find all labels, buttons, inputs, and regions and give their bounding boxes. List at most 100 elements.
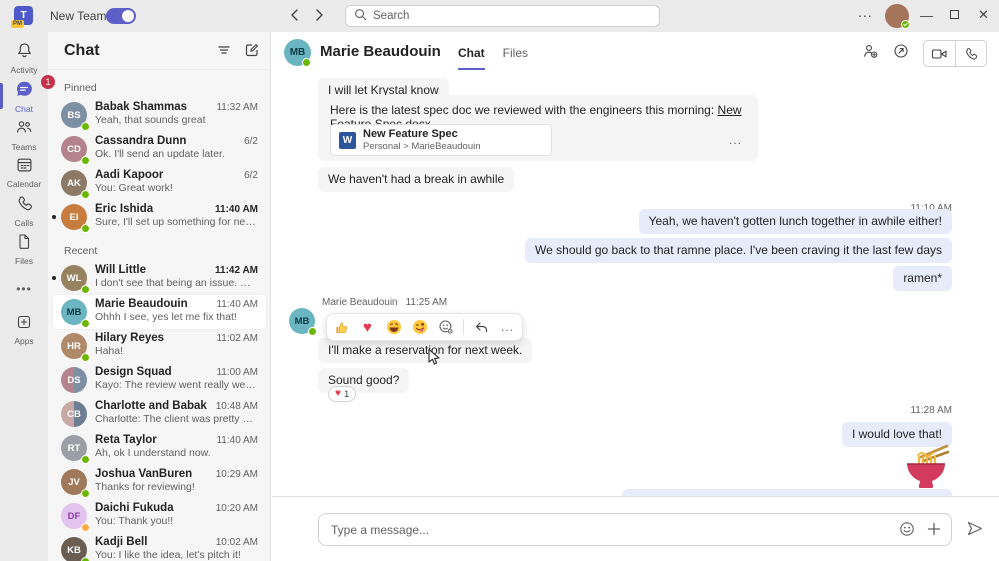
more-apps-icon: ••• (16, 282, 32, 296)
rail-item-apps[interactable]: Apps (0, 314, 48, 346)
presence-available-icon (81, 319, 90, 328)
file-more-button[interactable]: ... (729, 133, 742, 147)
selected-indicator (0, 83, 3, 109)
presence-available-icon (81, 156, 90, 165)
send-button[interactable] (966, 520, 984, 542)
reply-icon[interactable] (473, 319, 490, 336)
new-teams-toggle[interactable] (106, 8, 136, 24)
toolbar-divider (463, 319, 464, 335)
avatar-group: DS (61, 367, 87, 393)
chat-row-will-little[interactable]: WL Will Little11:42 AM I don't see that … (53, 261, 266, 295)
chat-row-cassandra-dunn[interactable]: CD Cassandra Dunn6/2 Ok. I'll send an up… (53, 132, 266, 166)
attach-plus-icon[interactable] (927, 522, 941, 541)
presence-available-icon (81, 122, 90, 131)
chat-row-hilary-reyes[interactable]: HR Hilary Reyes11:02 AM Haha! (53, 329, 266, 363)
chat-row-kadji-bell[interactable]: KB Kadji Bell10:02 AM You: I like the id… (53, 533, 266, 561)
thumbs-up-reaction[interactable] (333, 319, 350, 336)
presence-away-icon (81, 523, 90, 532)
chat-row-marie-beaudouin[interactable]: MB Marie Beaudouin11:40 AM Ohhh I see, y… (53, 295, 266, 329)
heart-reaction-pill[interactable]: ♥ 1 (328, 386, 356, 402)
message-bubble: ramen* (893, 266, 952, 291)
app-rail: Activity 1 Chat Teams Calendar Calls Fil… (0, 32, 48, 561)
close-button[interactable]: ✕ (978, 7, 989, 23)
composer-area (272, 498, 999, 561)
unread-dot (52, 276, 56, 280)
popout-chat-icon[interactable] (893, 43, 909, 64)
presence-available-icon (81, 224, 90, 233)
presence-available-icon (81, 353, 90, 362)
file-card[interactable]: W New Feature Spec Personal > MarieBeaud… (330, 124, 552, 156)
new-chat-icon[interactable] (245, 43, 259, 62)
zany-face-reaction[interactable] (411, 319, 428, 336)
reaction-toolbar: ♥ ... (326, 313, 523, 341)
presence-available-icon (901, 20, 910, 29)
section-label-recent: Recent (64, 245, 97, 257)
add-people-icon[interactable] (862, 43, 879, 64)
toggle-knob (122, 10, 134, 22)
chat-row-daichi-fukuda[interactable]: DF Daichi Fukuda10:20 AM You: Thank you!… (53, 499, 266, 533)
presence-available-icon (81, 455, 90, 464)
forward-button[interactable] (312, 7, 326, 23)
avatar-group: CB (61, 401, 87, 427)
tab-files[interactable]: Files (503, 46, 528, 70)
video-call-button[interactable] (924, 41, 955, 66)
more-reactions-icon[interactable] (437, 319, 454, 336)
incoming-bubble-partial (622, 489, 952, 496)
chat-list-panel: Chat Pinned BS Babak Shammas11:32 AM Yea… (48, 32, 271, 561)
rail-item-calls[interactable]: Calls (0, 195, 48, 228)
presence-available-icon (302, 58, 311, 67)
teams-logo-icon: T PM (14, 6, 33, 25)
message-input-box[interactable] (318, 513, 952, 546)
message-avatar: MB (289, 308, 315, 334)
teams-people-icon (15, 123, 33, 140)
chat-list-title: Chat (64, 42, 100, 60)
chat-row-reta-taylor[interactable]: RT Reta Taylor11:40 AM Ah, ok I understa… (53, 431, 266, 465)
chat-row-aadi-kapoor[interactable]: AK Aadi Kapoor6/2 You: Great work! (53, 166, 266, 200)
message-bubble-hovered: I'll make a reservation for next week. (318, 338, 532, 363)
minimize-button[interactable]: — (920, 8, 933, 23)
audio-call-button[interactable] (955, 41, 986, 66)
heart-icon: ♥ (335, 389, 341, 399)
rail-item-teams[interactable]: Teams (0, 118, 48, 152)
maximize-button[interactable] (950, 10, 959, 19)
chat-list-header: Chat (48, 32, 271, 70)
tab-chat[interactable]: Chat (458, 46, 485, 70)
user-avatar[interactable] (885, 4, 909, 28)
chat-row-charlotte-and-babak[interactable]: CB Charlotte and Babak10:48 AM Charlotte… (53, 397, 266, 431)
titlebar: T PM New Teams Search ... — ✕ (0, 0, 999, 32)
unread-dot (52, 215, 56, 219)
chat-row-eric-ishida[interactable]: EI Eric Ishida11:40 AM Sure, I'll set up… (53, 200, 266, 234)
filter-icon[interactable] (217, 43, 231, 62)
laugh-reaction[interactable] (385, 319, 402, 336)
chat-row-design-squad[interactable]: DS Design Squad11:00 AM Kayo: The review… (53, 363, 266, 397)
rail-item-calendar[interactable]: Calendar (0, 156, 48, 189)
back-button[interactable] (288, 7, 302, 23)
file-icon (16, 237, 32, 254)
phone-icon (16, 199, 33, 216)
message-more-button[interactable]: ... (499, 319, 516, 336)
section-label-pinned: Pinned (64, 82, 97, 94)
rail-item-files[interactable]: Files (0, 233, 48, 266)
bell-icon (16, 46, 33, 63)
message-bubble-with-file: Here is the latest spec doc we reviewed … (318, 95, 758, 161)
heart-reaction[interactable]: ♥ (359, 319, 376, 336)
chat-row-joshua-vanburen[interactable]: JV Joshua VanBuren10:29 AM Thanks for re… (53, 465, 266, 499)
message-bubble: We should go back to that ramne place. I… (525, 238, 952, 263)
search-placeholder: Search (373, 10, 409, 22)
rail-item-more[interactable]: ••• (0, 280, 48, 298)
titlebar-more-button[interactable]: ... (858, 4, 873, 20)
rail-item-chat[interactable]: 1 Chat (0, 80, 48, 114)
rail-item-activity[interactable]: Activity (0, 42, 48, 75)
search-icon (354, 8, 367, 24)
chat-row-babak-shammas[interactable]: BS Babak Shammas11:32 AM Yeah, that soun… (53, 98, 266, 132)
presence-available-icon (81, 190, 90, 199)
message-input[interactable] (331, 514, 831, 545)
search-input[interactable]: Search (345, 5, 660, 27)
new-teams-label: New Teams (50, 9, 112, 23)
emoji-picker-icon[interactable] (899, 521, 915, 542)
chat-badge: 1 (41, 75, 55, 89)
conversation-header: MB Marie Beaudouin Chat Files (272, 32, 999, 72)
presence-available-icon (81, 285, 90, 294)
message-sender-label: Marie Beaudouin11:25 AM (322, 297, 447, 308)
message-canvas: I will let Krystal know Here is the late… (272, 72, 999, 497)
